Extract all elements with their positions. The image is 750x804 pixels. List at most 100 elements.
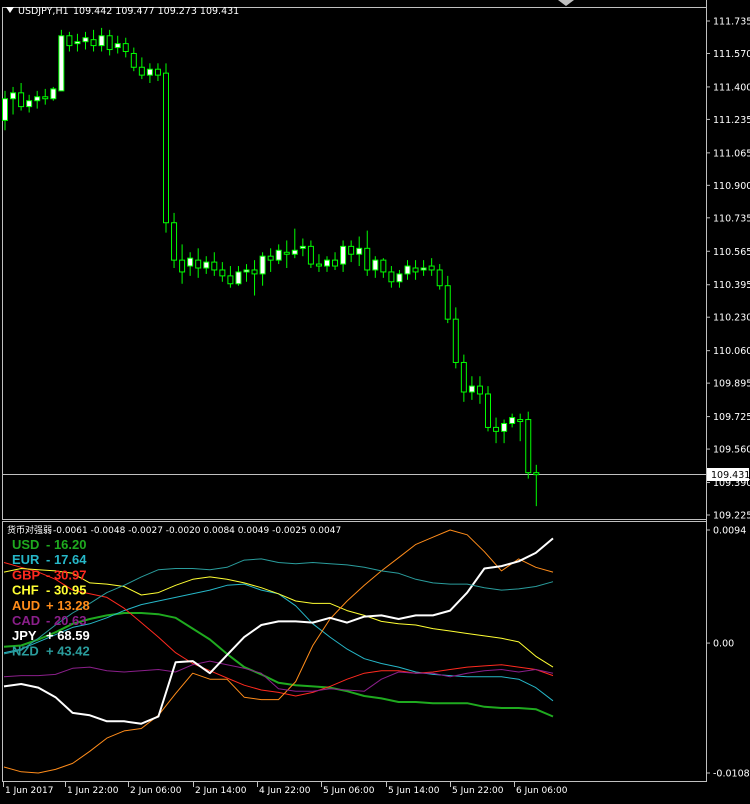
candle-body: [275, 249, 282, 261]
candle-body: [525, 419, 532, 474]
price-tick-label: 110.230: [713, 313, 750, 324]
candle: [501, 419, 508, 444]
candle-body: [420, 267, 427, 271]
candle: [348, 240, 355, 263]
candle: [90, 29, 97, 52]
candle: [82, 31, 89, 50]
candle: [291, 228, 298, 259]
candle: [243, 264, 250, 282]
candle: [307, 240, 314, 268]
candle-body: [460, 361, 467, 393]
candle-body: [42, 96, 49, 100]
legend-value-eur: - 17.64: [46, 552, 87, 567]
chart-canvas: USDJPY,H1 109.442 109.477 109.273 109.43…: [2, 0, 750, 796]
price-tick-label: 111.570: [713, 49, 750, 60]
candle-body: [485, 393, 491, 428]
candle: [203, 256, 210, 274]
candle: [163, 63, 169, 233]
candle-body: [58, 35, 65, 92]
candle: [476, 376, 483, 404]
legend-currency-usd: USD: [12, 537, 39, 552]
candle: [364, 230, 371, 276]
candle-body: [211, 261, 218, 271]
time-tick-label: 2 Jun 14:00: [195, 786, 247, 796]
legend-value-nzd: + 43.42: [46, 643, 90, 658]
candle-body: [227, 275, 234, 285]
candle-body: [340, 245, 347, 265]
candle-body: [82, 37, 89, 43]
candle-body: [154, 68, 161, 76]
indicator-tick-label: -0.0108: [713, 769, 750, 780]
candle: [154, 63, 161, 82]
ohlc-values: 109.442 109.477 109.273 109.431: [73, 6, 239, 17]
candle: [122, 37, 129, 58]
currency-legend: USD - 16.20 EUR - 17.64 GBP - 30.97 CHF - 30.95…: [12, 537, 90, 658]
legend-currency-nzd: NZD: [12, 643, 39, 658]
candle-body: [138, 66, 145, 76]
legend-currency-jpy: JPY: [12, 628, 37, 643]
candle-body: [267, 255, 274, 261]
candle: [26, 94, 33, 113]
candle-body: [283, 251, 290, 255]
candle: [517, 413, 524, 442]
candle: [275, 244, 282, 265]
price-tick-label: 109.225: [713, 511, 750, 522]
candle: [468, 376, 475, 400]
time-tick-label: 2 Jun 06:00: [130, 786, 182, 796]
candle-body: [243, 269, 250, 273]
candle: [251, 260, 258, 296]
candle-body: [122, 43, 129, 53]
candle: [50, 86, 57, 101]
legend-currency-cad: CAD: [12, 613, 40, 628]
candle-body: [501, 422, 508, 432]
candle-body: [517, 419, 524, 423]
candle: [404, 260, 411, 280]
candle: [356, 236, 363, 267]
candle-body: [251, 269, 258, 275]
candle-body: [66, 35, 73, 47]
candle: [259, 252, 266, 286]
candle: [380, 258, 387, 278]
candle-body: [179, 259, 186, 273]
candle: [428, 258, 435, 276]
candle-body: [307, 245, 314, 265]
dropdown-triangle-icon[interactable]: [6, 7, 14, 13]
candle-body: [396, 273, 403, 283]
legend-currency-chf: CHF: [12, 583, 39, 598]
candle: [114, 35, 121, 54]
candle-body: [476, 385, 483, 395]
candle-body: [372, 259, 379, 271]
price-tick-label: 110.060: [713, 346, 750, 357]
time-tick-label: 5 Jun 22:00: [452, 786, 504, 796]
candle: [42, 88, 49, 105]
candle: [34, 90, 41, 109]
legend-value-gbp: - 30.97: [46, 567, 86, 582]
legend-currency-eur: EUR: [12, 552, 40, 567]
candle-body: [356, 247, 363, 255]
price-tick-label: 110.565: [713, 247, 750, 258]
chart-shift-marker-icon[interactable]: [558, 0, 574, 6]
price-tick-label: 111.065: [713, 148, 750, 159]
price-tick-label: 110.900: [713, 181, 750, 192]
candle-body: [380, 259, 387, 273]
candle-body: [50, 88, 57, 100]
candle: [18, 82, 25, 111]
price-tick-label: 110.735: [713, 213, 750, 224]
candle-body: [106, 35, 113, 51]
time-tick-label: 4 Jun 22:00: [259, 786, 311, 796]
price-tick-label: 109.560: [713, 445, 750, 456]
candle-body: [235, 271, 242, 285]
indicator-panel-frame: [2, 521, 707, 782]
candle-body: [90, 39, 97, 47]
candle: [10, 86, 17, 115]
candle: [420, 260, 427, 276]
strength-line-cad: [3, 660, 554, 692]
indicator-axis-ticks: 0.0094 0.00 -0.0108: [706, 526, 750, 780]
candle: [211, 252, 218, 276]
candle: [130, 47, 137, 72]
current-price-label: 109.431: [711, 470, 750, 481]
candle: [146, 63, 153, 83]
candle: [187, 252, 194, 276]
legend-currency-gbp: GBP: [12, 567, 41, 582]
legend-value-cad: - 20.63: [46, 613, 86, 628]
